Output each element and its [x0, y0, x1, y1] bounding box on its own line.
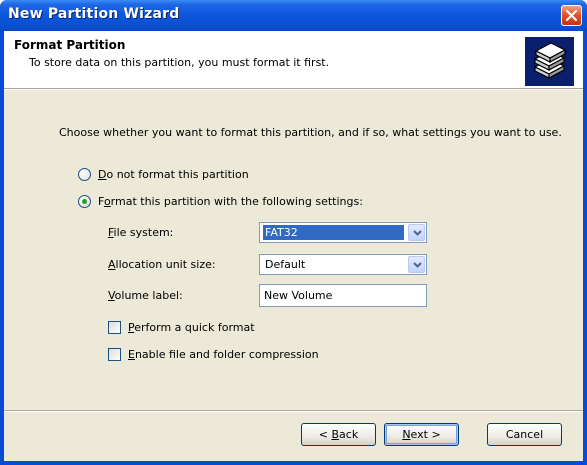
- page-title: Format Partition: [14, 38, 126, 52]
- radio-do-not-format-label[interactable]: Do not format this partition: [98, 168, 249, 181]
- volume-label-input[interactable]: New Volume: [259, 284, 427, 307]
- wizard-window: New Partition Wizard Format Partition To…: [0, 0, 587, 465]
- allocation-unit-dropdown[interactable]: Default: [259, 254, 427, 275]
- dialog-body: Format Partition To store data on this p…: [4, 31, 583, 461]
- radio-selected-dot: [82, 199, 87, 204]
- radio-do-not-format[interactable]: [78, 168, 91, 181]
- header-divider: [4, 88, 583, 90]
- allocation-unit-label: Allocation unit size:: [108, 258, 216, 271]
- quick-format-checkbox[interactable]: [108, 321, 121, 334]
- radio-format-partition[interactable]: [78, 195, 91, 208]
- close-icon: [566, 10, 577, 21]
- volume-label-label: Volume label:: [108, 289, 183, 302]
- radio-format-partition-label[interactable]: Format this partition with the following…: [98, 195, 363, 208]
- file-system-label: File system:: [108, 226, 174, 239]
- dropdown-button[interactable]: [408, 224, 425, 241]
- disk-stack-icon: [525, 37, 574, 86]
- file-system-dropdown[interactable]: FAT32: [259, 222, 427, 243]
- file-system-value: FAT32: [263, 225, 404, 240]
- wizard-header: Format Partition To store data on this p…: [4, 31, 583, 88]
- close-button[interactable]: [561, 5, 582, 26]
- next-button[interactable]: Next >: [384, 423, 459, 446]
- compression-checkbox[interactable]: [108, 348, 121, 361]
- footer-divider: [4, 410, 583, 412]
- dropdown-button[interactable]: [408, 256, 425, 273]
- cancel-button[interactable]: Cancel: [487, 423, 562, 446]
- allocation-unit-value: Default: [265, 258, 306, 271]
- quick-format-label[interactable]: Perform a quick format: [128, 321, 255, 334]
- back-button[interactable]: < Back: [301, 423, 376, 446]
- compression-label[interactable]: Enable file and folder compression: [128, 348, 319, 361]
- chevron-down-icon: [413, 262, 422, 268]
- title-bar[interactable]: New Partition Wizard: [0, 0, 587, 31]
- window-title: New Partition Wizard: [8, 6, 180, 22]
- instruction-text: Choose whether you want to format this p…: [59, 126, 562, 139]
- page-subtitle: To store data on this partition, you mus…: [29, 56, 330, 69]
- chevron-down-icon: [413, 230, 422, 236]
